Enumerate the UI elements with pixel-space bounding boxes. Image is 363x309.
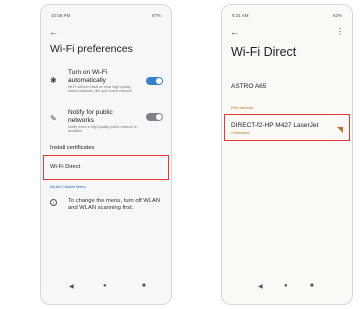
notify-public-toggle[interactable] (146, 113, 163, 121)
phone-screen-wifi-preferences: 10:08 PM 67% ← Wi-Fi preferences ✱ Turn … (40, 4, 172, 305)
wifi-auto-icon: ✱ (50, 76, 57, 85)
back-arrow-icon[interactable]: ← (230, 27, 239, 37)
peer-devices-header: Peer devices (231, 106, 253, 110)
setting-title: Turn on Wi-Fi automatically (68, 69, 108, 84)
page-title: Wi-Fi preferences (50, 43, 133, 55)
battery-indicator: 62% (332, 13, 342, 18)
setting-title: Notify for public networks (68, 109, 113, 124)
status-bar: 10:08 PM 67% (51, 13, 161, 21)
nav-back-icon[interactable]: ◀ (69, 283, 74, 290)
wifi-auto-toggle[interactable] (146, 77, 163, 85)
battery-indicator: 67% (151, 13, 161, 18)
phone-screen-wifi-direct: 6:31 AM 62% ← ⋮ Wi-Fi Direct ASTRO A65 P… (221, 4, 353, 305)
status-time: 6:31 AM (232, 13, 249, 18)
page-title: Wi-Fi Direct (231, 45, 297, 59)
setting-turn-on-wifi-automatically[interactable]: ✱ Turn on Wi-Fi automatically Wi-Fi will… (50, 69, 163, 95)
nav-back-icon[interactable]: ◀ (258, 283, 263, 290)
setting-subtitle: Notify when a high-quality public networ… (68, 125, 137, 134)
status-time: 10:08 PM (51, 13, 71, 18)
wifi-direct-item[interactable]: Wi-Fi Direct (50, 164, 80, 170)
navigation-bar: ◀ ● ■ (222, 283, 352, 291)
wifi-signal-icon: ◥ (336, 125, 343, 134)
navigation-bar: ◀ ● ■ (41, 283, 171, 291)
install-certificates-item[interactable]: Install certificates (50, 145, 94, 151)
nav-home-icon[interactable]: ● (284, 283, 288, 289)
peer-connection-status: Connected (231, 131, 250, 135)
nav-recent-icon[interactable]: ■ (310, 283, 314, 289)
status-bar: 6:31 AM 62% (232, 13, 342, 21)
setting-notify-public-networks[interactable]: ✎ Notify for public networks Notify when… (50, 109, 163, 134)
wlan-info-text: To change the menu, turn off WLAN and WL… (68, 198, 161, 211)
more-options-icon[interactable]: ⋮ (336, 27, 344, 36)
nav-recent-icon[interactable]: ■ (142, 283, 146, 289)
nav-home-icon[interactable]: ● (103, 283, 107, 289)
wifi-notify-icon: ✎ (50, 114, 57, 123)
setting-subtitle: Wi-Fi will turn back on near high-qualit… (68, 85, 132, 94)
info-icon: i (50, 199, 57, 206)
back-arrow-icon[interactable]: ← (49, 27, 58, 37)
peer-device-name[interactable]: DIRECT-f2-HP M427 LaserJet (231, 122, 318, 129)
device-name[interactable]: ASTRO A65 (231, 83, 266, 90)
wlan-menu-header: WLAN Custom Menu (50, 185, 86, 189)
